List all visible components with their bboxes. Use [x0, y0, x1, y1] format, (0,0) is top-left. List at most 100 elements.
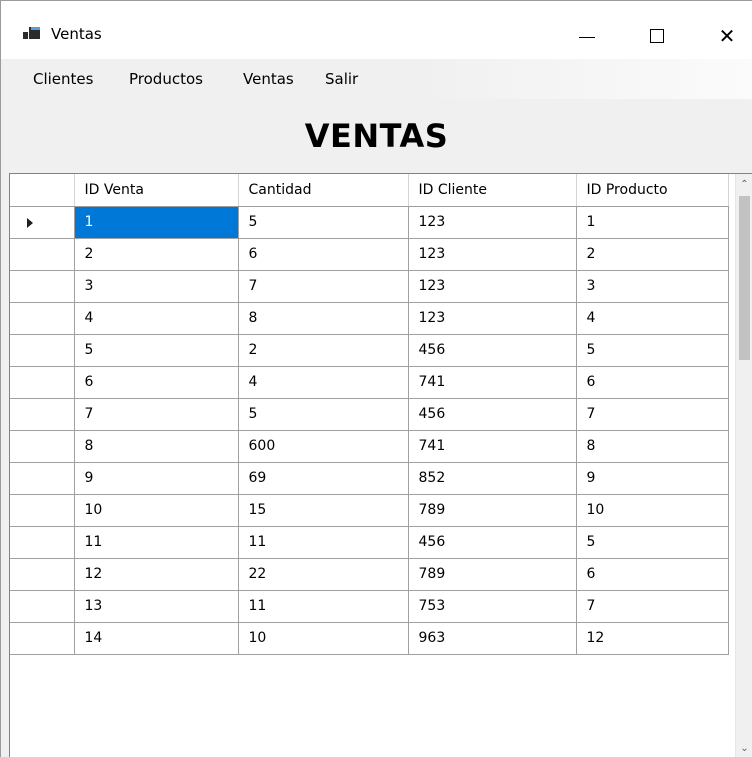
cell-cantidad[interactable]: 22	[238, 558, 409, 591]
cell-id-producto[interactable]: 9	[576, 462, 729, 495]
cell-id-venta[interactable]: 4	[74, 302, 239, 335]
table-row[interactable]: 10 15 789 10	[10, 494, 729, 527]
cell-id-cliente[interactable]: 741	[408, 366, 577, 399]
cell-id-producto[interactable]: 1	[576, 206, 729, 239]
row-header[interactable]	[10, 270, 75, 303]
row-header[interactable]	[10, 558, 75, 591]
menu-ventas[interactable]: Ventas	[243, 70, 294, 88]
cell-id-producto[interactable]: 5	[576, 334, 729, 367]
cell-id-producto[interactable]: 10	[576, 494, 729, 527]
cell-id-cliente[interactable]: 852	[408, 462, 577, 495]
table-row[interactable]: 13 11 753 7	[10, 590, 729, 623]
cell-cantidad[interactable]: 4	[238, 366, 409, 399]
cell-id-producto[interactable]: 2	[576, 238, 729, 271]
cell-id-producto[interactable]: 6	[576, 366, 729, 399]
cell-id-producto[interactable]: 7	[576, 590, 729, 623]
cell-id-venta[interactable]: 8	[74, 430, 239, 463]
cell-id-venta[interactable]: 7	[74, 398, 239, 431]
table-row[interactable]: 7 5 456 7	[10, 398, 729, 431]
scroll-down-icon[interactable]: ⌄	[736, 740, 752, 757]
cell-id-producto[interactable]: 8	[576, 430, 729, 463]
cell-id-cliente[interactable]: 789	[408, 494, 577, 527]
table-row[interactable]: 8 600 741 8	[10, 430, 729, 463]
cell-cantidad[interactable]: 10	[238, 622, 409, 655]
column-header-cantidad[interactable]: Cantidad	[238, 174, 409, 207]
cell-cantidad[interactable]: 15	[238, 494, 409, 527]
row-header[interactable]	[10, 526, 75, 559]
table-row[interactable]: 6 4 741 6	[10, 366, 729, 399]
row-header[interactable]	[10, 334, 75, 367]
table-row[interactable]: 12 22 789 6	[10, 558, 729, 591]
cell-id-cliente[interactable]: 123	[408, 238, 577, 271]
cell-id-cliente[interactable]: 741	[408, 430, 577, 463]
scrollbar-thumb[interactable]	[739, 196, 750, 360]
column-header-id-cliente[interactable]: ID Cliente	[408, 174, 577, 207]
cell-id-cliente[interactable]: 123	[408, 302, 577, 335]
row-header[interactable]	[10, 430, 75, 463]
cell-cantidad[interactable]: 5	[238, 206, 409, 239]
cell-id-venta[interactable]: 12	[74, 558, 239, 591]
table-row[interactable]: 3 7 123 3	[10, 270, 729, 303]
table-row[interactable]: 14 10 963 12	[10, 622, 729, 655]
table-row[interactable]: 2 6 123 2	[10, 238, 729, 271]
vertical-scrollbar[interactable]: ⌃ ⌄	[735, 174, 752, 757]
table-row[interactable]: 11 11 456 5	[10, 526, 729, 559]
cell-cantidad[interactable]: 8	[238, 302, 409, 335]
table-row[interactable]: 4 8 123 4	[10, 302, 729, 335]
row-header[interactable]	[10, 206, 75, 239]
scroll-up-icon[interactable]: ⌃	[736, 176, 752, 193]
cell-cantidad[interactable]: 11	[238, 590, 409, 623]
table-row[interactable]: 5 2 456 5	[10, 334, 729, 367]
menu-productos[interactable]: Productos	[129, 70, 203, 88]
cell-id-cliente[interactable]: 753	[408, 590, 577, 623]
cell-id-venta[interactable]: 2	[74, 238, 239, 271]
cell-id-venta[interactable]: 9	[74, 462, 239, 495]
cell-id-venta[interactable]: 10	[74, 494, 239, 527]
cell-id-venta[interactable]: 14	[74, 622, 239, 655]
minimize-button[interactable]	[564, 13, 610, 59]
menu-clientes[interactable]: Clientes	[33, 70, 93, 88]
row-header[interactable]	[10, 622, 75, 655]
cell-id-venta[interactable]: 6	[74, 366, 239, 399]
table-row[interactable]: 1 5 123 1	[10, 206, 729, 239]
row-header[interactable]	[10, 462, 75, 495]
cell-cantidad[interactable]: 2	[238, 334, 409, 367]
cell-id-cliente[interactable]: 456	[408, 526, 577, 559]
maximize-button[interactable]	[634, 13, 680, 59]
row-header[interactable]	[10, 494, 75, 527]
cell-id-venta[interactable]: 13	[74, 590, 239, 623]
row-header[interactable]	[10, 398, 75, 431]
cell-id-venta[interactable]: 5	[74, 334, 239, 367]
row-header[interactable]	[10, 302, 75, 335]
cell-id-venta[interactable]: 3	[74, 270, 239, 303]
column-header-id-producto[interactable]: ID Producto	[576, 174, 729, 207]
cell-id-producto[interactable]: 3	[576, 270, 729, 303]
cell-cantidad[interactable]: 7	[238, 270, 409, 303]
cell-id-producto[interactable]: 12	[576, 622, 729, 655]
cell-id-producto[interactable]: 4	[576, 302, 729, 335]
cell-id-producto[interactable]: 7	[576, 398, 729, 431]
cell-id-cliente[interactable]: 123	[408, 206, 577, 239]
row-header[interactable]	[10, 590, 75, 623]
cell-id-venta[interactable]: 11	[74, 526, 239, 559]
cell-cantidad[interactable]: 69	[238, 462, 409, 495]
close-button[interactable]: ✕	[704, 13, 750, 59]
cell-cantidad[interactable]: 5	[238, 398, 409, 431]
cell-id-cliente[interactable]: 456	[408, 334, 577, 367]
column-header-id-venta[interactable]: ID Venta	[74, 174, 239, 207]
cell-id-producto[interactable]: 6	[576, 558, 729, 591]
cell-id-cliente[interactable]: 789	[408, 558, 577, 591]
cell-id-venta[interactable]: 1	[74, 206, 239, 239]
row-header[interactable]	[10, 366, 75, 399]
cell-id-cliente[interactable]: 963	[408, 622, 577, 655]
cell-id-producto[interactable]: 5	[576, 526, 729, 559]
cell-cantidad[interactable]: 600	[238, 430, 409, 463]
cell-cantidad[interactable]: 11	[238, 526, 409, 559]
menu-salir[interactable]: Salir	[325, 70, 358, 88]
cell-id-cliente[interactable]: 456	[408, 398, 577, 431]
cell-cantidad[interactable]: 6	[238, 238, 409, 271]
table-row[interactable]: 9 69 852 9	[10, 462, 729, 495]
row-header[interactable]	[10, 238, 75, 271]
sales-data-grid[interactable]: ID Venta Cantidad ID Cliente ID Producto…	[9, 173, 752, 757]
cell-id-cliente[interactable]: 123	[408, 270, 577, 303]
